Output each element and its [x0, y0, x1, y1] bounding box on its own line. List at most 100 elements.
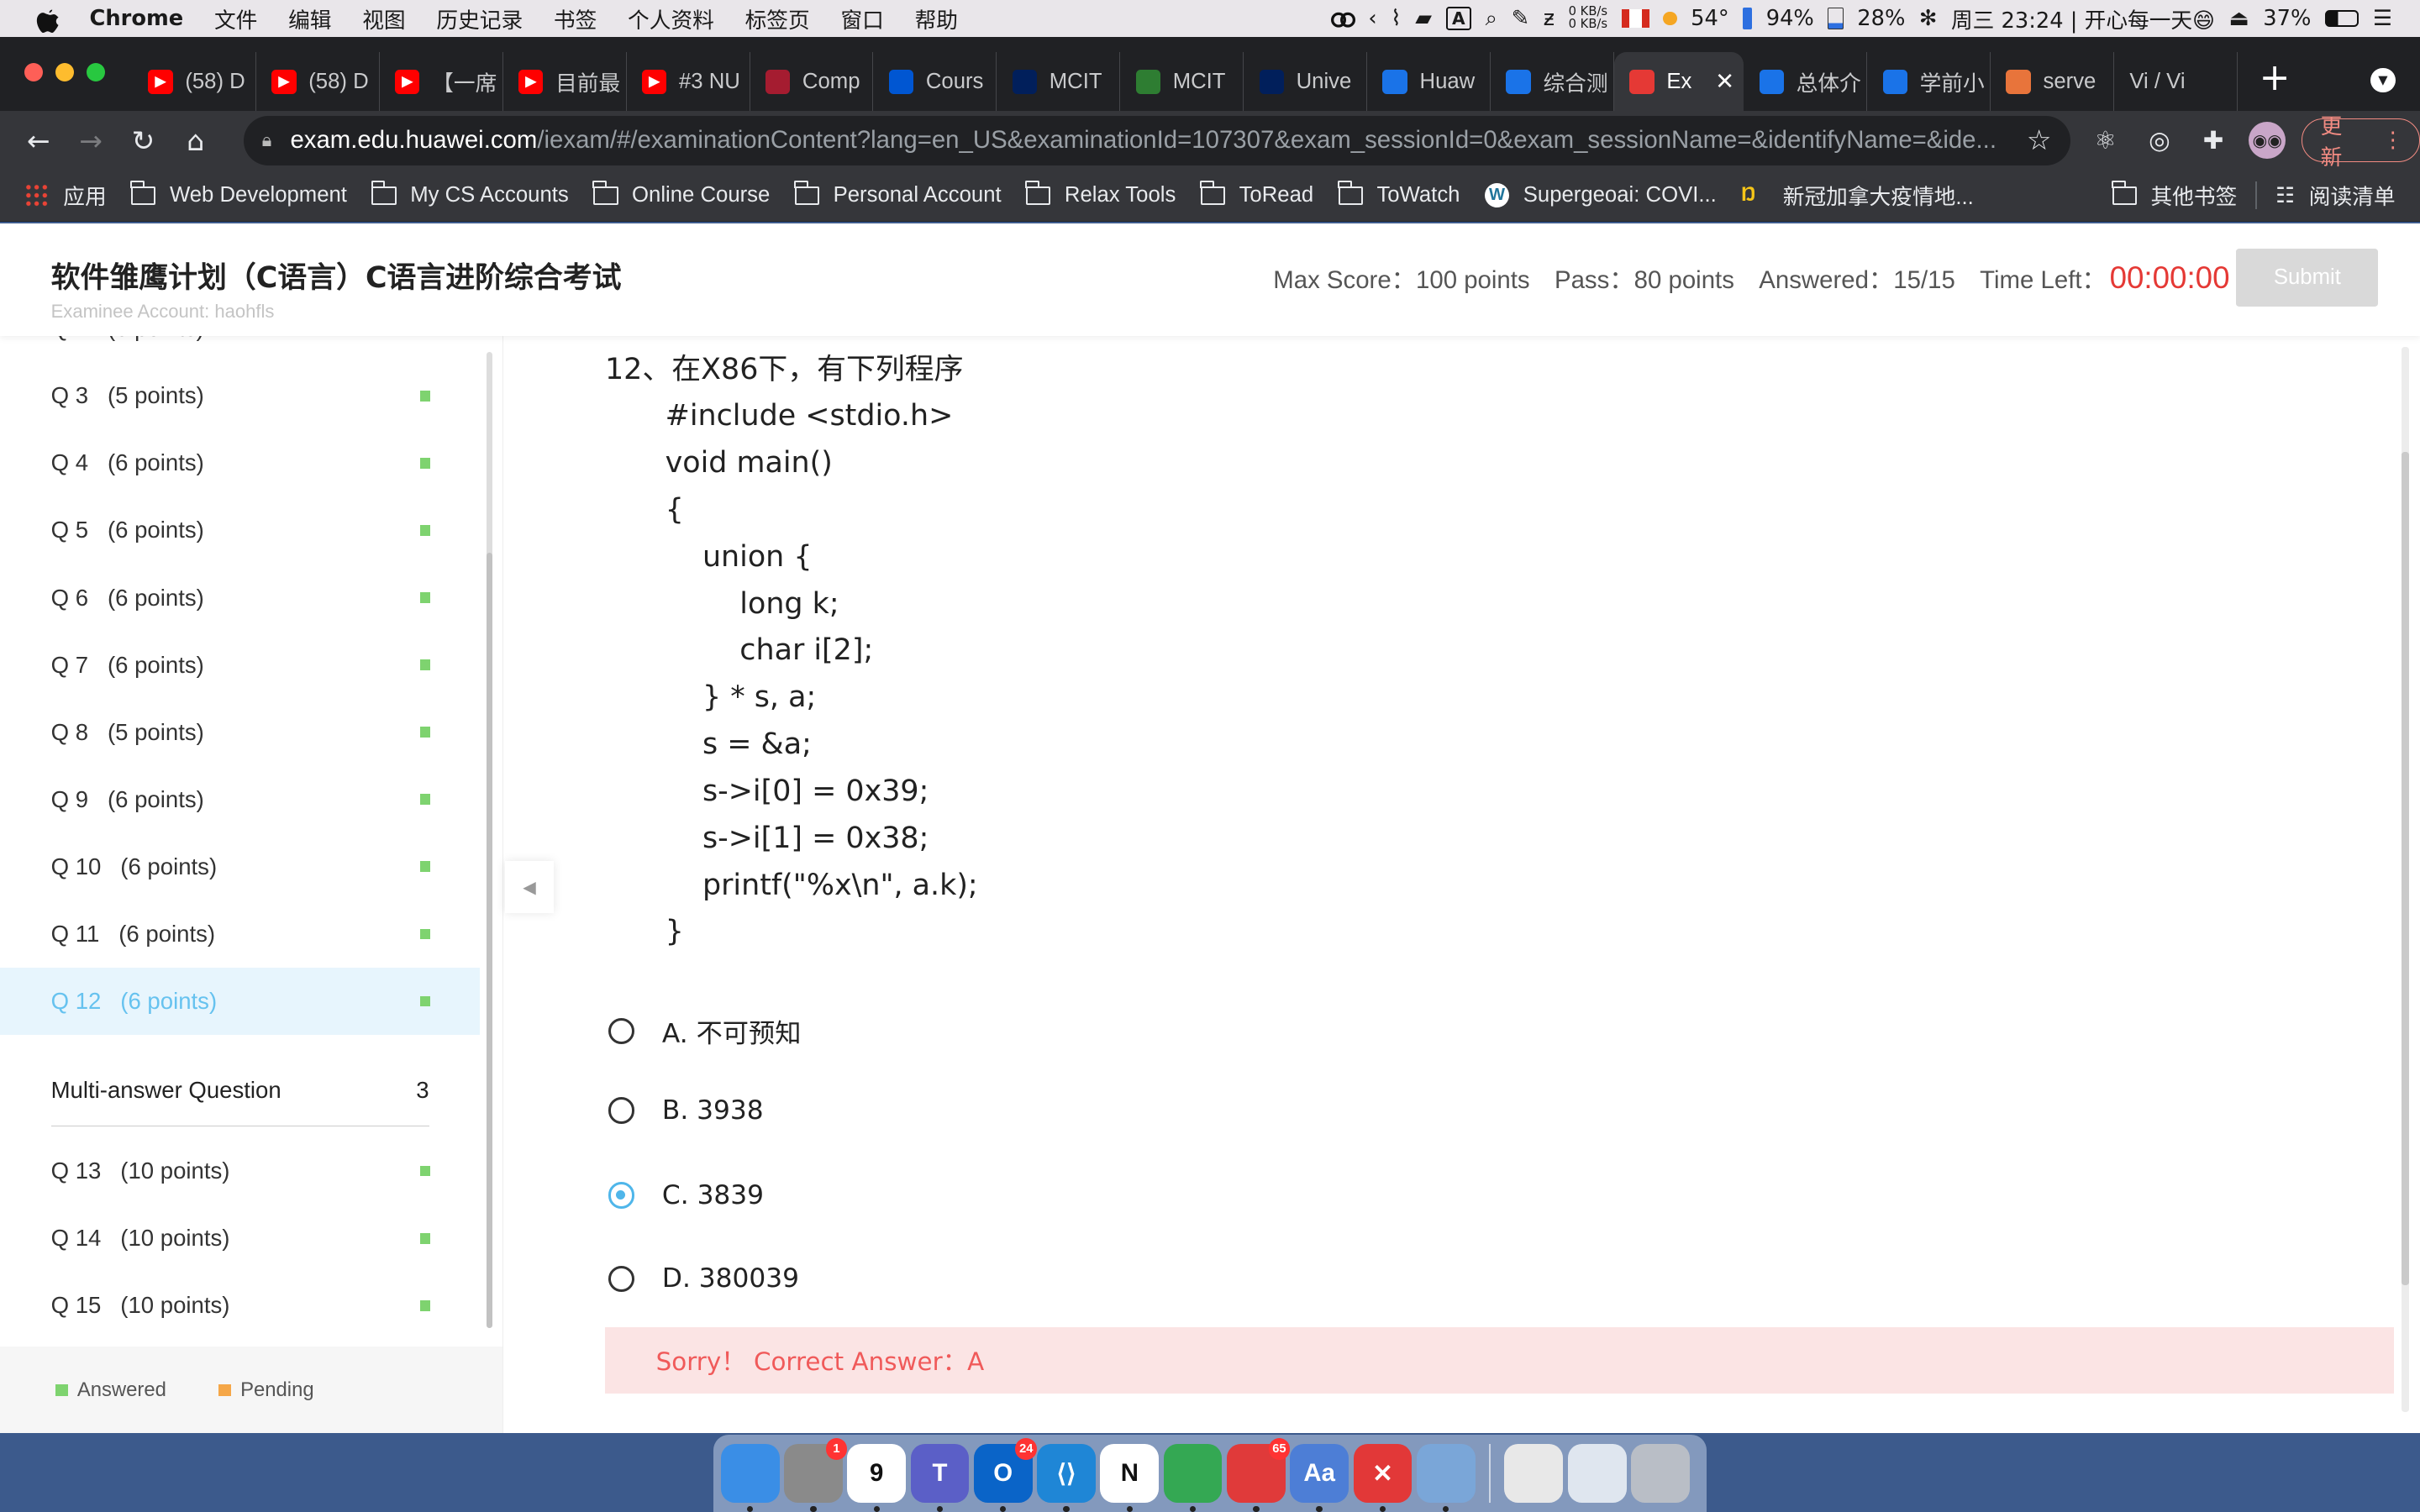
- downloads-stack-icon[interactable]: [1567, 1444, 1627, 1503]
- bookmark-supergeoai[interactable]: W Supergeoai: COVI...: [1484, 183, 1717, 208]
- radio-button-selected[interactable]: [608, 1182, 634, 1209]
- control-center-icon[interactable]: ☰: [2373, 6, 2392, 31]
- bookmark-canada-covid[interactable]: Ŋ 新冠加拿大疫情地...: [1741, 180, 1974, 211]
- menu-window[interactable]: 窗口: [840, 3, 883, 34]
- extensions-puzzle-icon[interactable]: ✚: [2195, 122, 2232, 159]
- question-nav-item[interactable]: Q 6 (6 points): [0, 564, 480, 632]
- script-icon[interactable]: ƶ: [1544, 6, 1555, 31]
- documents-stack-icon[interactable]: [1504, 1444, 1564, 1503]
- bookmark-folder[interactable]: ToWatch: [1337, 180, 1460, 207]
- close-tab-icon[interactable]: ✕: [1715, 68, 1734, 95]
- finder-icon[interactable]: [720, 1444, 780, 1512]
- bluetooth-icon[interactable]: ✻: [1919, 6, 1938, 31]
- reload-button[interactable]: ↻: [117, 118, 169, 164]
- tab[interactable]: Unive: [1244, 52, 1368, 112]
- menu-tab[interactable]: 标签页: [745, 3, 810, 34]
- minimize-window-button[interactable]: [55, 63, 75, 82]
- input-source-icon[interactable]: A: [1445, 7, 1472, 31]
- address-bar[interactable]: 🔒︎ exam.edu.huawei.com /iexam/#/examinat…: [243, 115, 2070, 165]
- tab[interactable]: Huaw: [1367, 52, 1491, 112]
- option-b[interactable]: B. 3938: [608, 1095, 764, 1126]
- other-bookmarks[interactable]: 其他书签: [2111, 180, 2237, 211]
- tab[interactable]: Comp: [750, 52, 874, 112]
- vscode-icon[interactable]: ⟨⟩: [1037, 1444, 1096, 1512]
- radio-button[interactable]: [608, 1265, 634, 1292]
- question-nav-item[interactable]: Q 10 (6 points): [0, 832, 480, 900]
- option-c[interactable]: C. 3839: [608, 1180, 764, 1210]
- option-a[interactable]: A. 不可预知: [608, 1012, 801, 1050]
- close-window-button[interactable]: [24, 63, 44, 82]
- tab[interactable]: 学前小: [1867, 52, 1991, 112]
- new-tab-button[interactable]: +: [2260, 56, 2291, 99]
- xmind-icon[interactable]: ✕: [1353, 1444, 1413, 1512]
- option-d[interactable]: D. 380039: [608, 1263, 799, 1294]
- home-button[interactable]: ⌂: [170, 118, 222, 164]
- radio-button[interactable]: [608, 1017, 634, 1044]
- datetime[interactable]: 周三 23:24 | 开心每一天😄: [1951, 3, 2215, 34]
- mail-icon[interactable]: 65: [1226, 1437, 1291, 1512]
- tab[interactable]: MCIT: [997, 52, 1121, 112]
- bookmark-star-icon[interactable]: ☆: [2011, 123, 2052, 157]
- react-devtools-icon[interactable]: ⚛: [2087, 122, 2124, 159]
- main-scrollbar[interactable]: [2401, 452, 2410, 1285]
- menu-file[interactable]: 文件: [214, 3, 257, 34]
- spotlight-icon[interactable]: ⌕: [1486, 6, 1497, 32]
- tab[interactable]: Vi / Vi: [2114, 52, 2238, 112]
- question-nav-item-active[interactable]: Q 12 (6 points): [0, 967, 481, 1036]
- calendar-icon[interactable]: 9: [847, 1444, 907, 1512]
- question-nav-item[interactable]: Q 7 (6 points): [0, 631, 480, 699]
- maximize-window-button[interactable]: [86, 63, 105, 82]
- system-preferences-icon[interactable]: 1: [784, 1437, 848, 1512]
- submit-button[interactable]: Submit: [2236, 248, 2379, 307]
- preview-icon[interactable]: [1416, 1444, 1476, 1512]
- back-button[interactable]: ←: [13, 118, 65, 164]
- apple-icon[interactable]: [31, 5, 65, 33]
- target-extension-icon[interactable]: ◎: [2141, 122, 2178, 159]
- radio-button[interactable]: [608, 1097, 634, 1124]
- tab[interactable]: ▶ (58) D: [256, 52, 380, 112]
- profile-avatar[interactable]: ◉◉: [2249, 122, 2286, 160]
- tab-active[interactable]: Ex ✕: [1613, 52, 1744, 112]
- question-nav-item[interactable]: Q 15 (10 points): [0, 1272, 480, 1340]
- question-nav-item[interactable]: Q 3 (5 points): [0, 362, 480, 430]
- tab[interactable]: ▶ 目前最: [503, 52, 627, 112]
- tab[interactable]: serve: [1991, 52, 2114, 112]
- pen-icon[interactable]: ✎: [1512, 6, 1530, 31]
- question-nav-item[interactable]: Q 13 (10 points): [0, 1137, 480, 1205]
- bookmark-folder[interactable]: Personal Account: [793, 180, 1002, 207]
- question-nav-item[interactable]: Q 5 (6 points): [0, 496, 480, 564]
- tab-search-button[interactable]: ▼: [2370, 67, 2396, 93]
- menu-edit[interactable]: 编辑: [288, 3, 331, 34]
- tab[interactable]: ▶ 【一席: [380, 52, 503, 112]
- tab[interactable]: 总体介: [1744, 52, 1868, 112]
- paperclip-icon[interactable]: ⌇: [1391, 6, 1402, 31]
- teams-icon[interactable]: T: [910, 1444, 970, 1512]
- tab[interactable]: 综合测: [1491, 52, 1614, 112]
- creative-cloud-icon[interactable]: [1329, 8, 1356, 29]
- app-menu[interactable]: Chrome: [90, 6, 184, 31]
- menu-history[interactable]: 历史记录: [436, 3, 523, 34]
- menu-view[interactable]: 视图: [362, 3, 405, 34]
- dictionary-icon[interactable]: Aa: [1290, 1444, 1349, 1512]
- tab[interactable]: MCIT: [1120, 52, 1244, 112]
- outlook-icon[interactable]: O 24: [973, 1437, 1038, 1512]
- tab[interactable]: ▶ #3 NU: [627, 52, 750, 112]
- bookmark-folder[interactable]: Web Development: [130, 180, 347, 207]
- notification-icon[interactable]: ▰: [1415, 6, 1432, 31]
- chrome-icon[interactable]: [1163, 1444, 1223, 1512]
- airplay-icon[interactable]: ⏏: [2228, 6, 2249, 31]
- question-nav-item[interactable]: Q 8 (5 points): [0, 698, 480, 766]
- bookmark-folder[interactable]: ToRead: [1199, 180, 1313, 207]
- lock-icon[interactable]: 🔒︎: [262, 129, 272, 151]
- tab[interactable]: Cours: [873, 52, 997, 112]
- question-nav-item[interactable]: Q 4 (6 points): [0, 429, 480, 497]
- question-nav-item[interactable]: Q 11 (6 points): [0, 900, 480, 969]
- bookmark-folder[interactable]: My CS Accounts: [371, 180, 569, 207]
- sidebar-scrollbar[interactable]: [486, 552, 492, 1329]
- notion-icon[interactable]: N: [1100, 1444, 1160, 1512]
- question-nav-item[interactable]: Q 2 (6 points): [0, 336, 480, 362]
- battery-icon[interactable]: [2324, 9, 2360, 28]
- menu-help[interactable]: 帮助: [915, 3, 958, 34]
- reading-list[interactable]: ☷ 阅读清单: [2275, 180, 2395, 211]
- bookmark-folder[interactable]: Relax Tools: [1025, 180, 1176, 207]
